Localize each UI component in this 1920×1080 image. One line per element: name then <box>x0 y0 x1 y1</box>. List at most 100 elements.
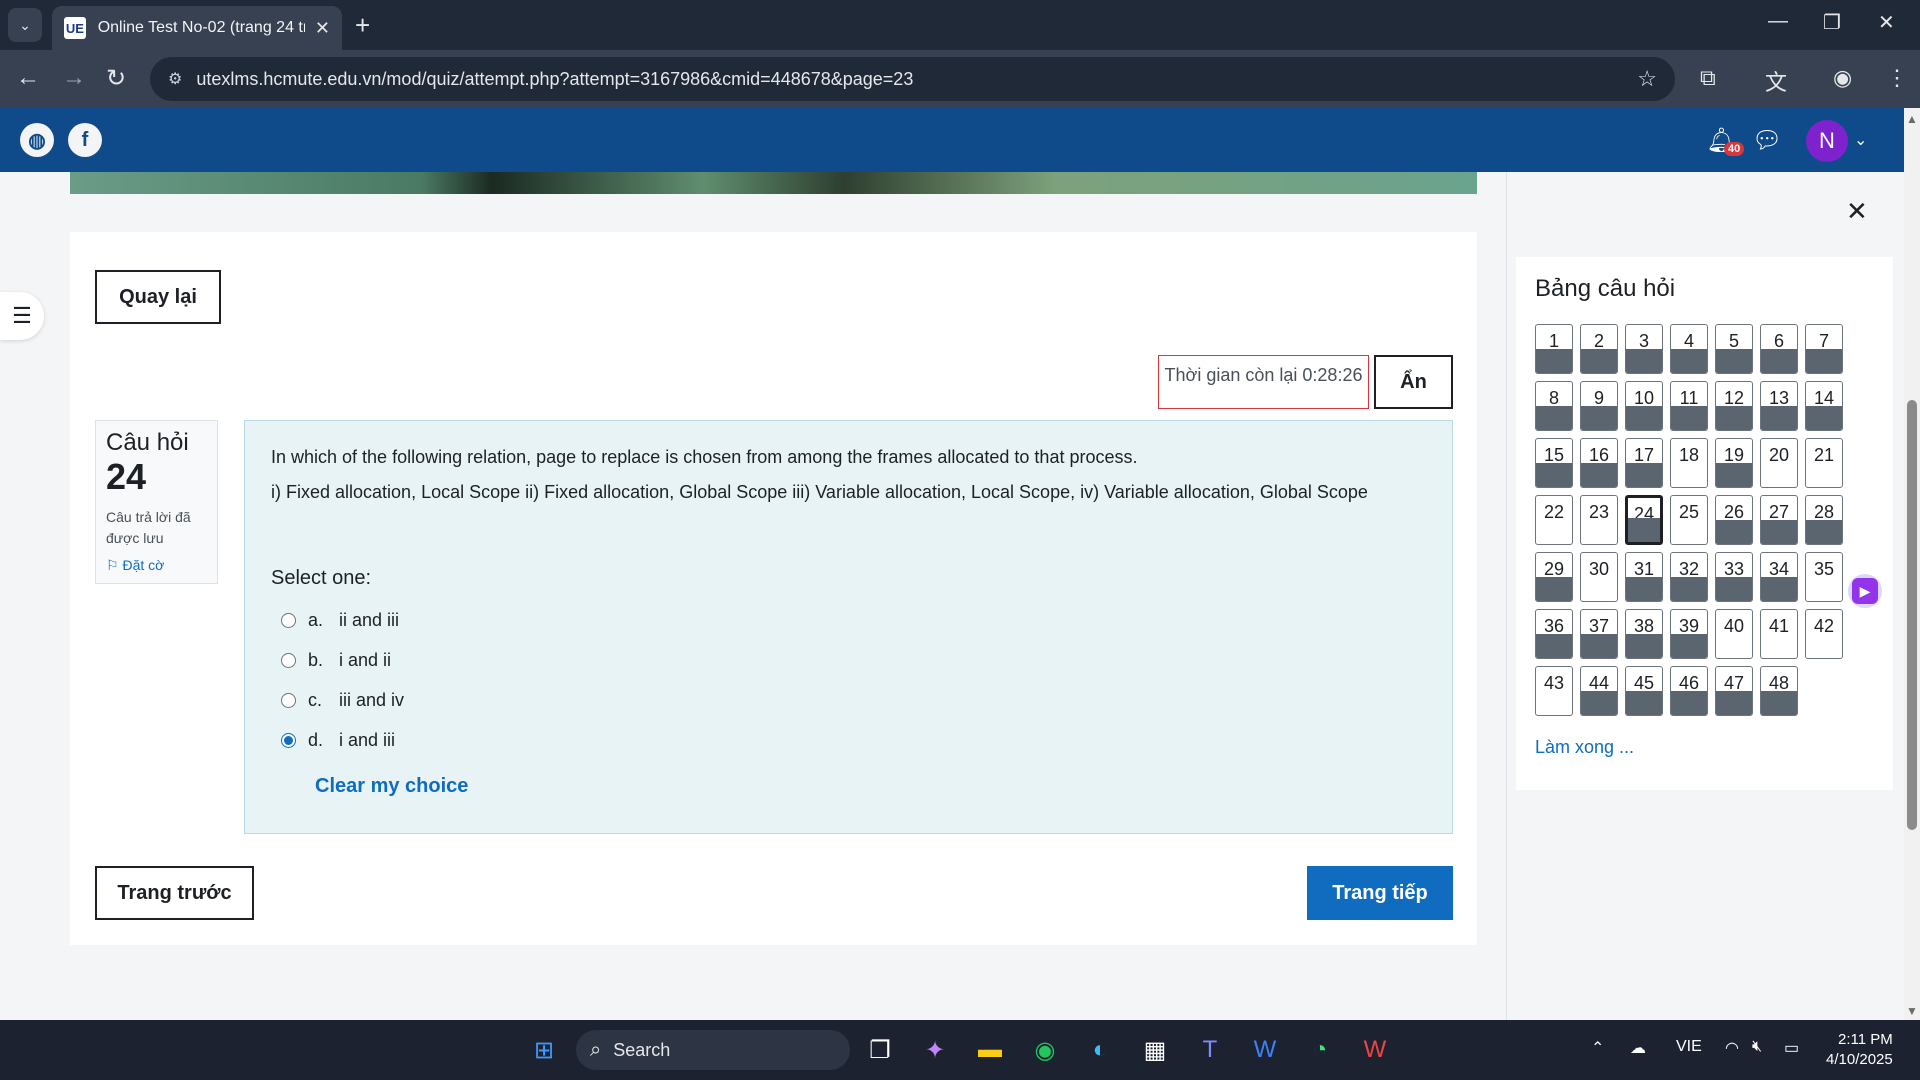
question-nav-button[interactable]: 41 <box>1760 609 1798 659</box>
globe-icon[interactable]: ◍ <box>20 123 54 157</box>
address-bar[interactable]: ⚙ utexlms.hcmute.edu.vn/mod/quiz/attempt… <box>150 57 1675 101</box>
window-close-icon[interactable]: ✕ <box>1878 10 1895 35</box>
question-nav-button[interactable]: 16 <box>1580 438 1618 488</box>
hide-timer-button[interactable]: Ẩn <box>1374 355 1453 409</box>
radio-b[interactable] <box>281 653 296 668</box>
question-nav-button[interactable]: 12 <box>1715 381 1753 431</box>
scroll-up-icon[interactable]: ▲ <box>1906 112 1918 126</box>
question-nav-button[interactable]: 46 <box>1670 666 1708 716</box>
question-nav-button[interactable]: 10 <box>1625 381 1663 431</box>
question-nav-button[interactable]: 45 <box>1625 666 1663 716</box>
reload-icon[interactable]: ↻ <box>106 64 126 93</box>
question-nav-button[interactable]: 18 <box>1670 438 1708 488</box>
file-explorer-icon[interactable]: ▬ <box>972 1032 1008 1068</box>
question-nav-button[interactable]: 7 <box>1805 324 1843 374</box>
site-info-icon[interactable]: ⚙ <box>168 69 182 89</box>
answer-option-a[interactable]: a. ii and iii <box>281 610 399 631</box>
question-nav-button[interactable]: 30 <box>1580 552 1618 602</box>
new-tab-plus-icon[interactable]: + <box>355 10 370 41</box>
messages-chat-icon[interactable]: 💬︎ <box>1752 126 1782 155</box>
volume-muted-icon[interactable]: 🔇︎ <box>1752 1038 1762 1056</box>
question-nav-button[interactable]: 47 <box>1715 666 1753 716</box>
question-nav-button[interactable]: 24 <box>1625 495 1663 545</box>
question-nav-button[interactable]: 2 <box>1580 324 1618 374</box>
windows-start-icon[interactable]: ⊞ <box>526 1032 562 1068</box>
minimize-icon[interactable]: — <box>1768 10 1788 33</box>
radio-c[interactable] <box>281 693 296 708</box>
question-nav-button[interactable]: 11 <box>1670 381 1708 431</box>
onedrive-cloud-icon[interactable]: ☁ <box>1630 1038 1646 1058</box>
question-nav-button[interactable]: 21 <box>1805 438 1843 488</box>
finish-attempt-link[interactable]: Làm xong ... <box>1535 737 1634 758</box>
question-nav-button[interactable]: 15 <box>1535 438 1573 488</box>
tab-close-icon[interactable]: ✕ <box>315 18 330 39</box>
question-nav-button[interactable]: 38 <box>1625 609 1663 659</box>
tab-search-chevron-icon[interactable]: ⌄ <box>8 8 42 42</box>
question-nav-button[interactable]: 44 <box>1580 666 1618 716</box>
question-nav-button[interactable]: 1 <box>1535 324 1573 374</box>
question-nav-button[interactable]: 40 <box>1715 609 1753 659</box>
question-nav-button[interactable]: 19 <box>1715 438 1753 488</box>
question-nav-button[interactable]: 48 <box>1760 666 1798 716</box>
user-avatar[interactable]: N <box>1806 120 1848 162</box>
question-nav-button[interactable]: 22 <box>1535 495 1573 545</box>
bookmark-star-icon[interactable]: ☆ <box>1637 66 1657 92</box>
restore-icon[interactable]: ❐ <box>1823 10 1841 35</box>
question-nav-button[interactable]: 8 <box>1535 381 1573 431</box>
user-menu-chevron-icon[interactable]: ⌄ <box>1854 130 1867 150</box>
answer-option-c[interactable]: c. iii and iv <box>281 690 404 711</box>
question-nav-button[interactable]: 20 <box>1760 438 1798 488</box>
tray-overflow-chevron-icon[interactable]: ⌃ <box>1591 1038 1604 1058</box>
question-nav-button[interactable]: 31 <box>1625 552 1663 602</box>
question-nav-button[interactable]: 25 <box>1670 495 1708 545</box>
browser-menu-icon[interactable]: ⋮ <box>1886 65 1908 91</box>
question-nav-button[interactable]: 34 <box>1760 552 1798 602</box>
clear-choice-link[interactable]: Clear my choice <box>315 775 468 798</box>
question-nav-button[interactable]: 36 <box>1535 609 1573 659</box>
back-button[interactable]: Quay lại <box>95 270 221 324</box>
word-icon[interactable]: W <box>1247 1032 1283 1068</box>
edge-icon[interactable]: ◐ <box>1082 1032 1118 1068</box>
extensions-icon[interactable]: ⧉ <box>1700 65 1716 91</box>
forward-arrow-icon[interactable]: → <box>62 64 86 92</box>
input-language[interactable]: VIE <box>1676 1038 1702 1056</box>
chrome-icon[interactable]: ◉ <box>1027 1032 1063 1068</box>
question-nav-button[interactable]: 32 <box>1670 552 1708 602</box>
question-nav-button[interactable]: 42 <box>1805 609 1843 659</box>
question-nav-button[interactable]: 27 <box>1760 495 1798 545</box>
back-arrow-icon[interactable]: ← <box>16 64 40 92</box>
course-index-toggle-icon[interactable]: ☰ <box>0 292 44 340</box>
question-nav-button[interactable]: 23 <box>1580 495 1618 545</box>
answer-option-b[interactable]: b. i and ii <box>281 650 391 671</box>
question-nav-button[interactable]: 17 <box>1625 438 1663 488</box>
browser-tab[interactable]: UE Online Test No-02 (trang 24 trê ✕ <box>52 6 342 50</box>
question-nav-button[interactable]: 39 <box>1670 609 1708 659</box>
question-nav-button[interactable]: 28 <box>1805 495 1843 545</box>
question-nav-button[interactable]: 37 <box>1580 609 1618 659</box>
floating-play-icon[interactable]: ▶ <box>1848 574 1882 608</box>
question-nav-button[interactable]: 5 <box>1715 324 1753 374</box>
close-drawer-icon[interactable]: ✕ <box>1846 196 1868 227</box>
question-nav-button[interactable]: 3 <box>1625 324 1663 374</box>
question-nav-button[interactable]: 35 <box>1805 552 1843 602</box>
wifi-icon[interactable]: ◠ <box>1725 1038 1739 1058</box>
question-nav-button[interactable]: 13 <box>1760 381 1798 431</box>
teams-icon[interactable]: T <box>1192 1032 1228 1068</box>
question-nav-button[interactable]: 9 <box>1580 381 1618 431</box>
taskbar-search-box[interactable]: ⌕ Search <box>576 1030 850 1070</box>
question-nav-button[interactable]: 29 <box>1535 552 1573 602</box>
wps-office-icon[interactable]: W <box>1357 1032 1393 1068</box>
profile-extension-icon[interactable]: ◉ <box>1833 65 1852 91</box>
radio-d[interactable] <box>281 733 296 748</box>
facebook-icon[interactable]: f <box>68 123 102 157</box>
copilot-icon[interactable]: ✦ <box>917 1032 953 1068</box>
taskbar-clock[interactable]: 2:11 PM 4/10/2025 <box>1826 1030 1893 1070</box>
question-nav-button[interactable]: 26 <box>1715 495 1753 545</box>
microsoft-store-icon[interactable]: ▦ <box>1137 1032 1173 1068</box>
question-nav-button[interactable]: 43 <box>1535 666 1573 716</box>
scrollbar-thumb[interactable] <box>1907 400 1917 830</box>
flag-question-link[interactable]: ⚐ Đặt cờ <box>106 557 207 574</box>
answer-option-d[interactable]: d. i and iii <box>281 730 395 751</box>
question-nav-button[interactable]: 6 <box>1760 324 1798 374</box>
next-page-button[interactable]: Trang tiếp <box>1307 866 1453 920</box>
